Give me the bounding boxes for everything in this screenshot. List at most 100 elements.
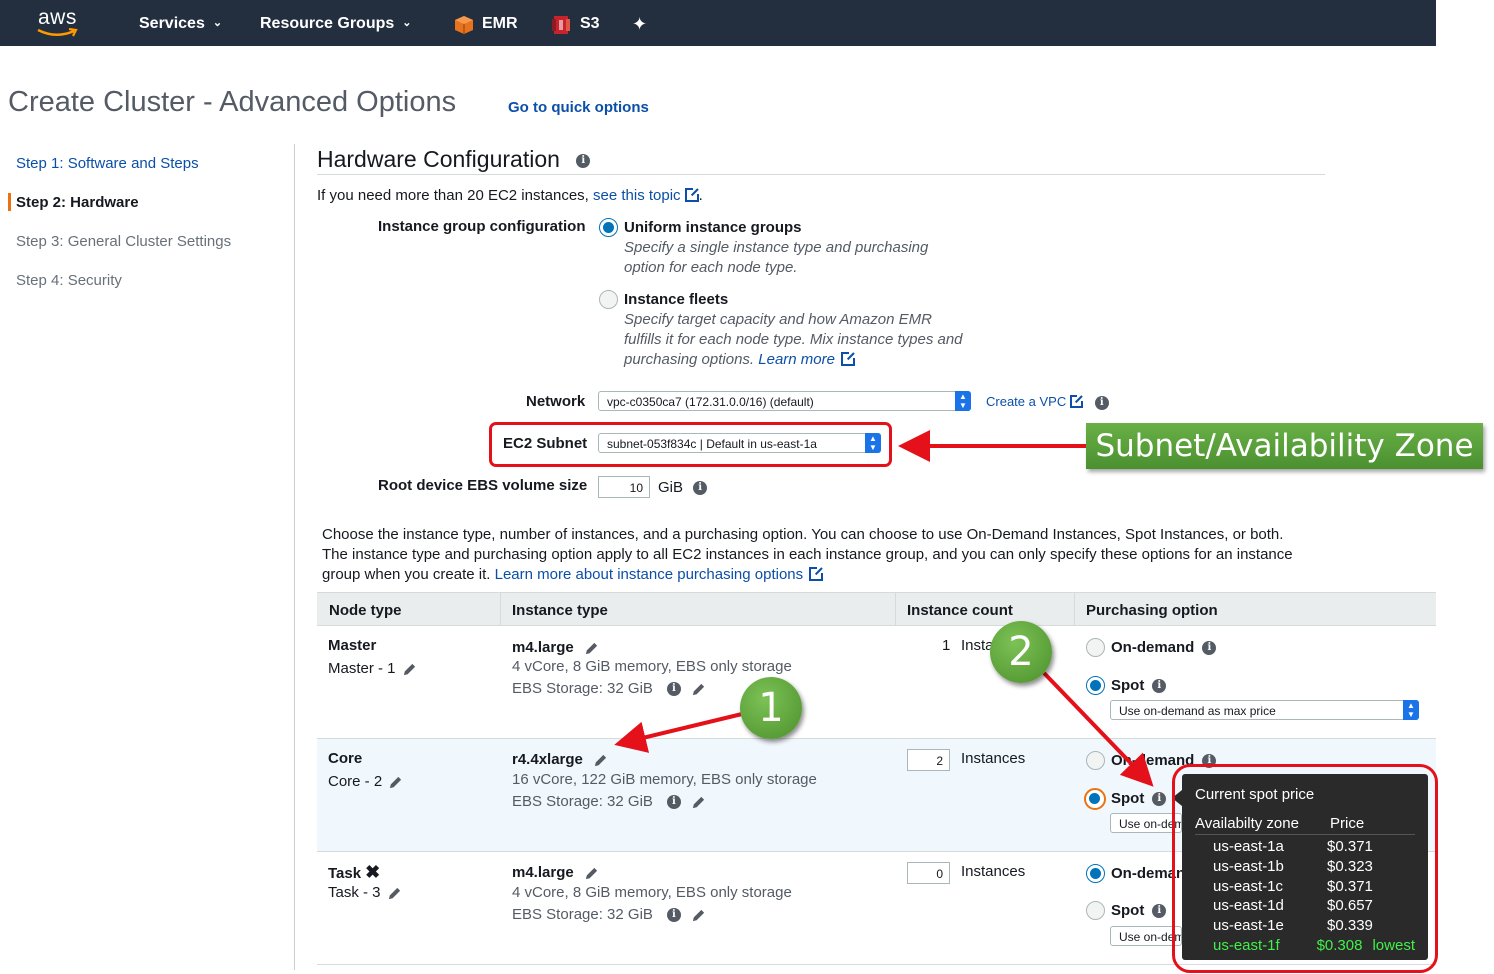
pencil-icon[interactable] <box>584 641 599 656</box>
pin-icon[interactable]: ✦ <box>632 14 647 35</box>
pencil-icon[interactable] <box>584 866 599 881</box>
top-nav: aws Services ⌄ Resource Groups ⌄ EMR S3 ✦ <box>0 0 1436 46</box>
col-separator <box>500 593 501 626</box>
ondemand-label: On-demand i <box>1111 639 1217 656</box>
ebs-storage-text: EBS Storage: 32 GiB <box>512 680 653 697</box>
info-icon[interactable]: i <box>1202 641 1217 656</box>
spot-radio[interactable] <box>1084 788 1106 810</box>
step-4: Step 4: Security <box>16 272 122 289</box>
instance-count-unit: Insta <box>961 637 994 654</box>
fleets-learn-more-link[interactable]: Learn more <box>758 351 835 368</box>
subnet-callout: Subnet/Availability Zone <box>1086 423 1483 469</box>
external-link-icon <box>1070 394 1085 408</box>
pencil-icon[interactable] <box>402 662 417 677</box>
spot-radio[interactable] <box>1086 901 1105 920</box>
instance-spec: 16 vCore, 122 GiB memory, EBS only stora… <box>512 771 817 788</box>
instance-count-input[interactable]: 0 <box>907 862 950 884</box>
fleets-title: Instance fleets <box>624 291 729 308</box>
col-separator <box>895 593 896 626</box>
purchasing-description: Choose the instance type, number of inst… <box>322 525 1332 585</box>
pencil-icon[interactable] <box>387 886 402 901</box>
ondemand-radio[interactable] <box>1086 864 1105 883</box>
ebs-storage-text: EBS Storage: 32 GiB <box>512 906 653 923</box>
ebs-storage: EBS Storage: 32 GiB i <box>512 680 706 697</box>
pencil-icon[interactable] <box>691 908 706 923</box>
network-value: vpc-c0350ca7 (172.31.0.0/16) (default) <box>607 395 814 409</box>
pencil-icon[interactable] <box>691 682 706 697</box>
s3-icon <box>552 16 570 34</box>
node-sub-text: Master - 1 <box>328 660 396 677</box>
node-sub: Core - 2 <box>328 773 403 790</box>
step-badge-2: 2 <box>990 621 1052 683</box>
pencil-icon[interactable] <box>691 795 706 810</box>
spot-label: Spot i <box>1111 677 1167 694</box>
uniform-radio[interactable] <box>599 218 618 237</box>
description-line-3: group when you create it. <box>322 566 491 583</box>
ebs-volume-input[interactable]: 10 <box>598 476 650 498</box>
chevron-down-icon: ⌄ <box>212 17 223 29</box>
emr-icon <box>455 16 473 34</box>
info-icon[interactable]: i <box>666 908 681 923</box>
col-instance-type: Instance type <box>512 602 608 619</box>
emr-shortcut[interactable]: EMR <box>482 15 518 33</box>
info-icon[interactable]: i <box>693 481 708 496</box>
step-1-link[interactable]: Step 1: Software and Steps <box>16 155 199 172</box>
active-step-marker <box>8 193 11 211</box>
note-text: If you need more than 20 EC2 instances, <box>317 187 589 204</box>
external-link-icon <box>840 351 856 366</box>
info-icon[interactable]: i <box>666 682 681 697</box>
spot-radio[interactable] <box>1086 676 1105 695</box>
see-topic-link[interactable]: see this topic <box>593 187 681 204</box>
info-icon[interactable]: i <box>1152 904 1167 919</box>
col-node-type: Node type <box>329 602 402 619</box>
node-sub: Master - 1 <box>328 660 417 677</box>
info-icon[interactable]: i <box>666 795 681 810</box>
node-name: Task ✖ <box>328 862 380 883</box>
instance-type: m4.large <box>512 864 599 881</box>
pencil-icon[interactable] <box>593 753 608 768</box>
services-menu[interactable]: Services ⌄ <box>139 15 222 33</box>
spot-text: Spot <box>1111 677 1145 694</box>
info-icon[interactable]: i <box>576 153 591 168</box>
instance-count-input[interactable]: 2 <box>907 749 950 771</box>
fleets-desc: Specify target capacity and how Amazon E… <box>624 310 963 370</box>
quick-options-link[interactable]: Go to quick options <box>508 99 649 116</box>
info-icon[interactable]: i <box>1094 395 1109 410</box>
network-select[interactable]: vpc-c0350ca7 (172.31.0.0/16) (default) ▲… <box>598 391 971 411</box>
col-separator <box>1074 593 1075 626</box>
instance-type-text: m4.large <box>512 864 574 881</box>
max-price-value: Use on-demand as max price <box>1119 704 1276 718</box>
page-title: Create Cluster - Advanced Options <box>8 86 457 118</box>
table-row-master <box>317 626 1436 739</box>
remove-icon[interactable]: ✖ <box>365 862 380 882</box>
section-title-text: Hardware Configuration <box>317 146 560 172</box>
uniform-desc-1: Specify a single instance type and purch… <box>624 239 929 256</box>
description-line-2: The instance type and purchasing option … <box>322 546 1293 563</box>
create-vpc-text: Create a VPC <box>986 394 1067 409</box>
aws-logo[interactable]: aws <box>36 6 84 40</box>
instance-group-label: Instance group configuration <box>378 218 586 235</box>
pencil-icon[interactable] <box>388 775 403 790</box>
max-price-select[interactable]: Use on-demand as max price ▲ ▼ <box>1110 700 1419 720</box>
instance-spec: 4 vCore, 8 GiB memory, EBS only storage <box>512 884 792 901</box>
external-link-icon <box>684 187 700 202</box>
ondemand-radio[interactable] <box>1086 751 1105 770</box>
create-vpc-link[interactable]: Create a VPC i <box>986 394 1109 410</box>
ebs-unit-text: GiB <box>658 479 684 496</box>
s3-label: S3 <box>580 15 600 32</box>
tooltip-highlight-box <box>1172 764 1438 973</box>
ebs-unit: GiB i <box>658 479 708 496</box>
info-icon[interactable]: i <box>1152 679 1167 694</box>
s3-shortcut[interactable]: S3 <box>580 15 600 33</box>
ebs-volume-label: Root device EBS volume size <box>378 477 588 494</box>
resource-groups-menu[interactable]: Resource Groups ⌄ <box>260 15 411 33</box>
fleets-radio[interactable] <box>599 290 618 309</box>
step-2-active[interactable]: Step 2: Hardware <box>16 194 139 211</box>
aws-smile-icon <box>37 28 78 37</box>
instance-type-text: r4.4xlarge <box>512 751 583 768</box>
network-label: Network <box>526 393 586 410</box>
info-icon[interactable]: i <box>1152 792 1167 807</box>
spot-text: Spot <box>1111 902 1145 919</box>
ondemand-radio[interactable] <box>1086 638 1105 657</box>
purchasing-options-link[interactable]: Learn more about instance purchasing opt… <box>495 566 804 583</box>
